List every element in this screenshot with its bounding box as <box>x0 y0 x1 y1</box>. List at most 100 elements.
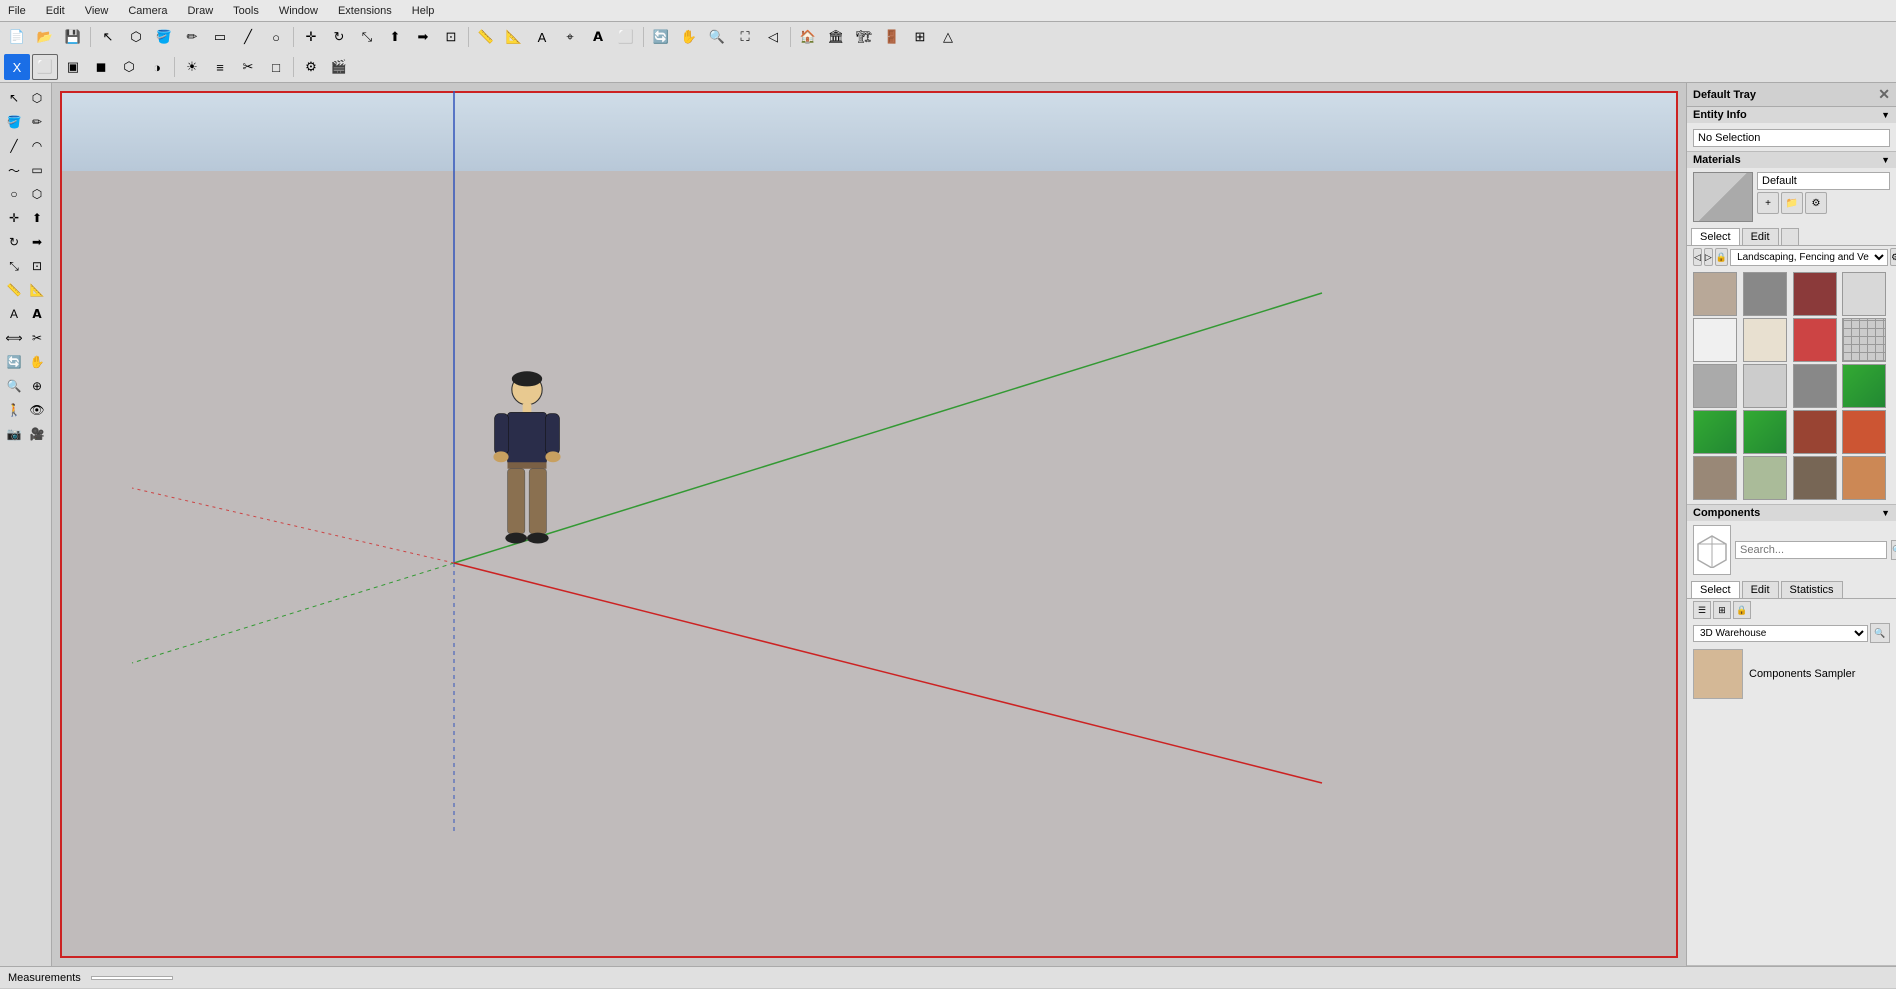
mat-tab-edit[interactable]: Edit <box>1742 228 1779 245</box>
tb-monochrome[interactable]: ◑ <box>144 54 170 80</box>
lt-orbit[interactable]: 🔄 <box>3 351 25 373</box>
menu-camera[interactable]: Camera <box>124 5 171 17</box>
lt-freehand[interactable]: 〜 <box>3 159 25 181</box>
tb-section-plane[interactable]: □ <box>263 54 289 80</box>
tb-building3[interactable]: 🏗 <box>851 24 877 50</box>
comp-home-btn[interactable]: 🔒 <box>1733 601 1751 619</box>
material-tile-16[interactable] <box>1693 456 1737 500</box>
material-tile-9[interactable] <box>1743 364 1787 408</box>
tb-offset[interactable]: ⊡ <box>438 24 464 50</box>
lt-pan[interactable]: ✋ <box>26 351 48 373</box>
tb-circle[interactable]: ○ <box>263 24 289 50</box>
tb-building5[interactable]: ⊞ <box>907 24 933 50</box>
materials-header[interactable]: Materials ▼ <box>1687 152 1896 168</box>
tray-close-button[interactable]: ✕ <box>1878 86 1890 103</box>
comp-view-grid[interactable]: ⊞ <box>1713 601 1731 619</box>
lt-move[interactable]: ✛ <box>3 207 25 229</box>
menu-window[interactable]: Window <box>275 5 322 17</box>
tb-save[interactable]: 💾 <box>60 24 86 50</box>
material-tile-1[interactable] <box>1743 272 1787 316</box>
tb-text[interactable]: A <box>529 24 555 50</box>
lt-scale[interactable]: ⤡ <box>3 255 25 277</box>
tb-zoom[interactable]: 🔍 <box>704 24 730 50</box>
material-tile-0[interactable] <box>1693 272 1737 316</box>
tb-hidden-line[interactable]: ▣ <box>60 54 86 80</box>
menu-view[interactable]: View <box>81 5 113 17</box>
tb-move[interactable]: ✛ <box>298 24 324 50</box>
lt-eraser[interactable]: ✏ <box>26 111 48 133</box>
menu-edit[interactable]: Edit <box>42 5 69 17</box>
material-tile-14[interactable] <box>1793 410 1837 454</box>
lt-position-camera[interactable]: 📷 <box>3 423 25 445</box>
material-tile-7[interactable] <box>1842 318 1886 362</box>
lt-polygon[interactable]: ⬡ <box>26 183 48 205</box>
comp-warehouse-select[interactable]: 3D Warehouse <box>1693 625 1868 642</box>
lt-followme[interactable]: ➡ <box>26 231 48 253</box>
material-tile-4[interactable] <box>1693 318 1737 362</box>
comp-tab-statistics[interactable]: Statistics <box>1781 581 1843 598</box>
mat-home-btn[interactable]: 🔒 <box>1715 248 1728 266</box>
tb-wireframe[interactable]: ⬜ <box>32 54 58 80</box>
menu-help[interactable]: Help <box>408 5 439 17</box>
material-tile-11[interactable] <box>1842 364 1886 408</box>
tb-building1[interactable]: 🏠 <box>795 24 821 50</box>
lt-line[interactable]: ╱ <box>3 135 25 157</box>
tb-new[interactable]: 📄 <box>4 24 30 50</box>
tb-scale[interactable]: ⤡ <box>354 24 380 50</box>
tb-zoom-prev[interactable]: ◁ <box>760 24 786 50</box>
mat-icon-folder[interactable]: 📁 <box>1781 192 1803 214</box>
tb-protractor[interactable]: 📐 <box>501 24 527 50</box>
tb-section[interactable]: ⬜ <box>613 24 639 50</box>
material-tile-18[interactable] <box>1793 456 1837 500</box>
tb-open[interactable]: 📂 <box>32 24 58 50</box>
material-tile-2[interactable] <box>1793 272 1837 316</box>
menu-extensions[interactable]: Extensions <box>334 5 396 17</box>
tb-rotate[interactable]: ↻ <box>326 24 352 50</box>
components-header[interactable]: Components ▼ <box>1687 505 1896 521</box>
tb-erase[interactable]: ✏ <box>179 24 205 50</box>
lt-select[interactable]: ↖ <box>3 87 25 109</box>
menu-draw[interactable]: Draw <box>183 5 217 17</box>
tb-make-component[interactable]: ⬡ <box>123 24 149 50</box>
lt-section[interactable]: ✂ <box>26 327 48 349</box>
material-tile-6[interactable] <box>1793 318 1837 362</box>
mat-tab-extra[interactable] <box>1781 228 1799 245</box>
material-tile-12[interactable] <box>1693 410 1737 454</box>
lt-component[interactable]: ⬡ <box>26 87 48 109</box>
tb-followme[interactable]: ➡ <box>410 24 436 50</box>
lt-circle[interactable]: ○ <box>3 183 25 205</box>
tb-zoom-fit[interactable]: ⛶ <box>732 24 758 50</box>
tb-building6[interactable]: △ <box>935 24 961 50</box>
mat-category-select[interactable]: Landscaping, Fencing and Ve <box>1730 249 1888 266</box>
comp-search-button[interactable]: 🔍 <box>1891 540 1896 560</box>
comp-search-input[interactable] <box>1735 541 1887 559</box>
tb-pushpull[interactable]: ⬆ <box>382 24 408 50</box>
tb-pan[interactable]: ✋ <box>676 24 702 50</box>
lt-text[interactable]: A <box>3 303 25 325</box>
mat-icon-create[interactable]: + <box>1757 192 1779 214</box>
lt-tape[interactable]: 📏 <box>3 279 25 301</box>
lt-rotate[interactable]: ↻ <box>3 231 25 253</box>
tb-fog[interactable]: ≡ <box>207 54 233 80</box>
tb-axes[interactable]: ⌖ <box>557 24 583 50</box>
material-tile-5[interactable] <box>1743 318 1787 362</box>
tb-rectangle[interactable]: ▭ <box>207 24 233 50</box>
tb-section-cut[interactable]: ✂ <box>235 54 261 80</box>
mat-icon-option[interactable]: ⚙ <box>1805 192 1827 214</box>
comp-warehouse-search-btn[interactable]: 🔍 <box>1870 623 1890 643</box>
material-tile-13[interactable] <box>1743 410 1787 454</box>
lt-paint-bucket[interactable]: 🪣 <box>3 111 25 133</box>
lt-rectangle[interactable]: ▭ <box>26 159 48 181</box>
lt-look[interactable]: 👁 <box>26 399 48 421</box>
tb-shaded-tex[interactable]: ⬡ <box>116 54 142 80</box>
tb-building4[interactable]: 🚪 <box>879 24 905 50</box>
tb-select[interactable]: ↖ <box>95 24 121 50</box>
tb-line[interactable]: ╱ <box>235 24 261 50</box>
lt-walk[interactable]: 🚶 <box>3 399 25 421</box>
mat-fwd-btn[interactable]: ▷ <box>1704 248 1713 266</box>
lt-zoom[interactable]: 🔍 <box>3 375 25 397</box>
measurements-input[interactable] <box>91 976 173 980</box>
menu-tools[interactable]: Tools <box>229 5 263 17</box>
tb-orbit[interactable]: 🔄 <box>648 24 674 50</box>
material-tile-17[interactable] <box>1743 456 1787 500</box>
